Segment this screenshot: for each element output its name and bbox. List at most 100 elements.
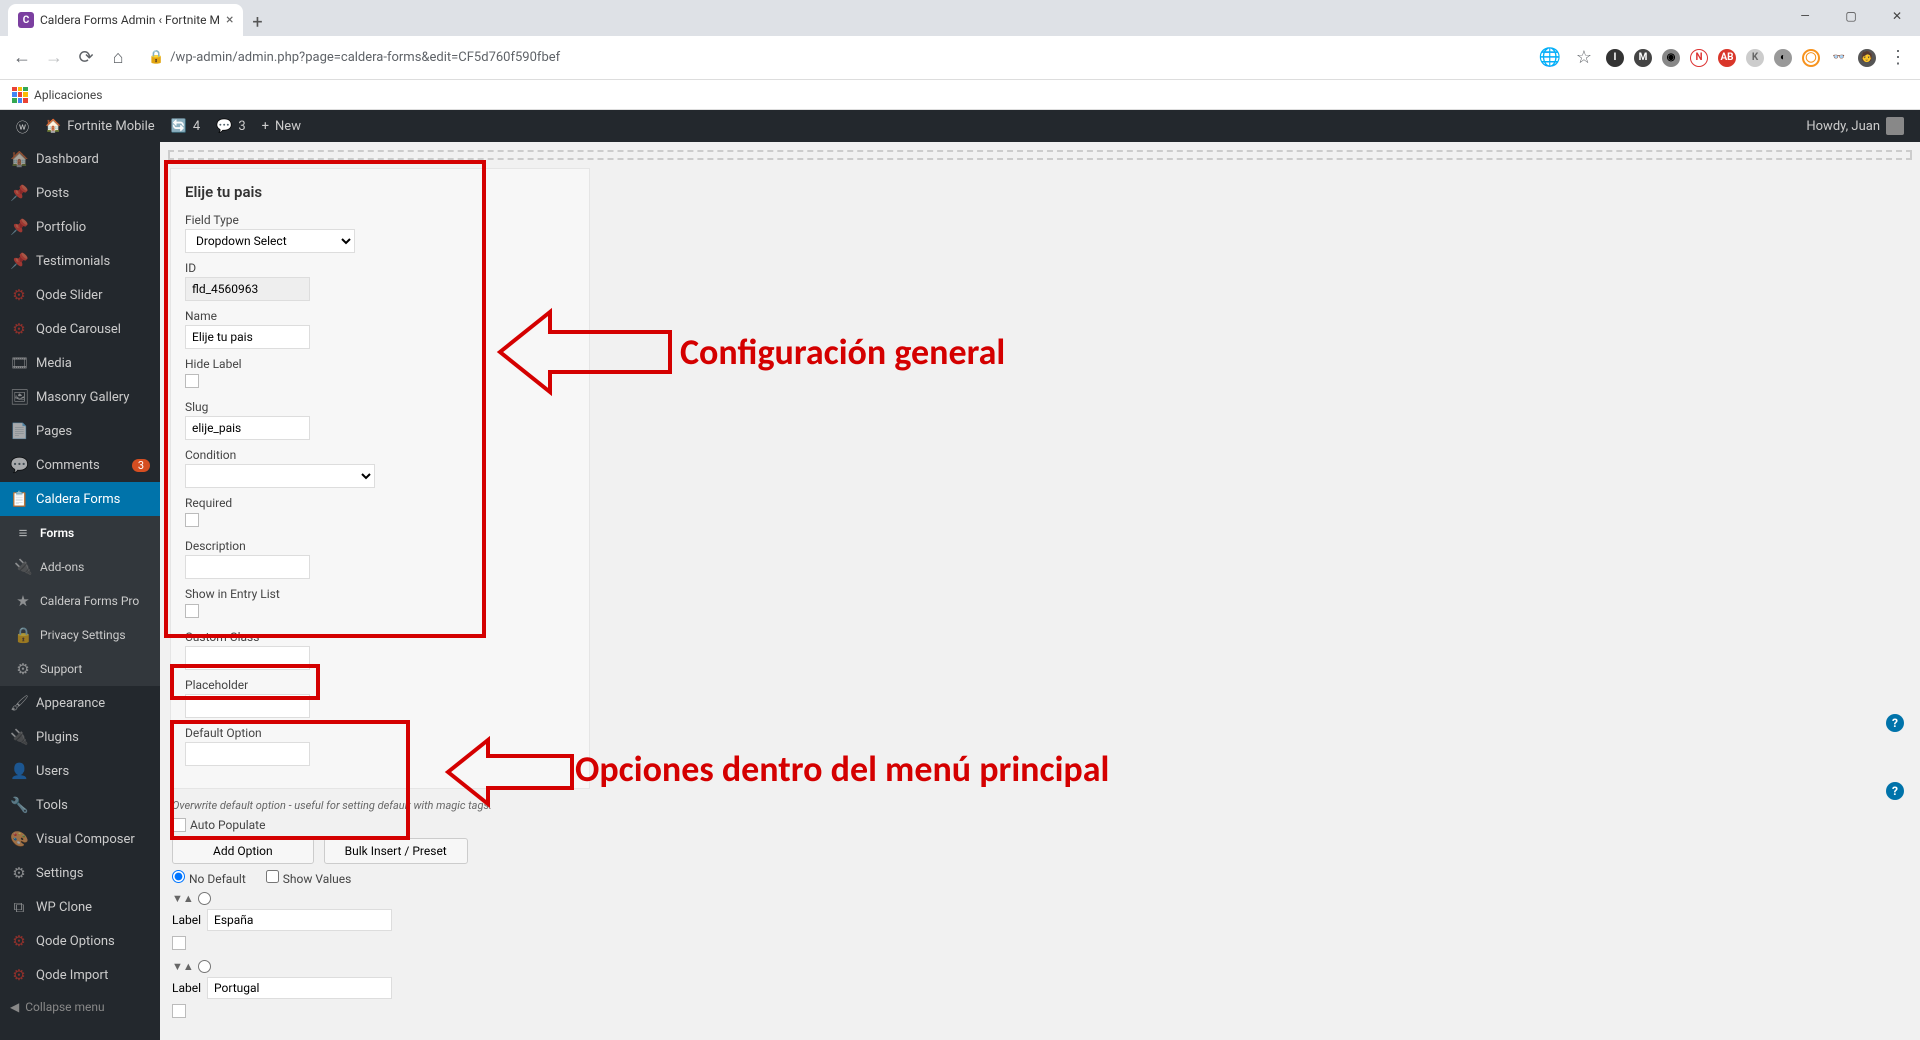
sidebar-item[interactable]: ⚙Qode Import bbox=[0, 958, 160, 992]
add-option-button[interactable]: Add Option bbox=[172, 838, 314, 864]
menu-label: Comments bbox=[36, 458, 100, 473]
slug-input[interactable] bbox=[185, 416, 310, 440]
show-values-checkbox[interactable]: Show Values bbox=[266, 870, 352, 886]
ext-icon[interactable]: ◯ bbox=[1802, 49, 1820, 67]
option-2-checkbox[interactable] bbox=[172, 1004, 186, 1018]
menu-label: Portfolio bbox=[36, 220, 86, 235]
show-entry-checkbox[interactable] bbox=[185, 604, 199, 618]
window-maximize[interactable]: ▢ bbox=[1828, 0, 1874, 32]
address-bar[interactable]: 🔒 /wp-admin/admin.php?page=caldera-forms… bbox=[138, 50, 1530, 65]
no-default-radio[interactable]: No Default bbox=[172, 870, 246, 886]
apps-icon[interactable] bbox=[12, 87, 28, 103]
ext-icon[interactable]: ◐ bbox=[1774, 49, 1792, 67]
sidebar-item[interactable]: ⚙Qode Options bbox=[0, 924, 160, 958]
description-input[interactable] bbox=[185, 555, 310, 579]
ext-icon[interactable]: 👓 bbox=[1830, 49, 1848, 67]
menu-icon: 🖌 bbox=[10, 694, 28, 712]
bulk-insert-button[interactable]: Bulk Insert / Preset bbox=[324, 838, 468, 864]
default-option-label: Default Option bbox=[185, 726, 575, 740]
menu-label: Plugins bbox=[36, 730, 79, 745]
translate-icon[interactable]: 🌐 bbox=[1538, 46, 1562, 70]
menu-icon: 📌 bbox=[10, 184, 28, 202]
sort-up-icon[interactable]: ▼▲ bbox=[172, 892, 194, 905]
sort-icon[interactable]: ▼▲ bbox=[172, 960, 194, 973]
sidebar-item[interactable]: 🎞Media bbox=[0, 346, 160, 380]
placeholder-input[interactable] bbox=[185, 694, 310, 718]
option-2-input[interactable] bbox=[207, 977, 392, 999]
ext-icon[interactable]: I bbox=[1606, 49, 1624, 67]
sidebar-item[interactable]: ⚙Qode Carousel bbox=[0, 312, 160, 346]
field-type-select[interactable]: Dropdown Select bbox=[185, 229, 355, 253]
ext-icon[interactable]: AB bbox=[1718, 49, 1736, 67]
submenu-item[interactable]: ★Caldera Forms Pro bbox=[0, 584, 160, 618]
site-link[interactable]: 🏠Fortnite Mobile bbox=[37, 110, 163, 142]
option-default-radio[interactable] bbox=[198, 960, 211, 973]
howdy-link[interactable]: Howdy, Juan bbox=[1798, 110, 1912, 142]
custom-class-input[interactable] bbox=[185, 646, 310, 670]
sidebar-item[interactable]: 👤Users bbox=[0, 754, 160, 788]
condition-select[interactable] bbox=[185, 464, 375, 488]
url-text: /wp-admin/admin.php?page=caldera-forms&e… bbox=[170, 50, 560, 65]
submenu-item[interactable]: 🔌Add-ons bbox=[0, 550, 160, 584]
sidebar-item[interactable]: 💬Comments3 bbox=[0, 448, 160, 482]
wp-logo[interactable]: ⓦ bbox=[8, 110, 37, 142]
updates-link[interactable]: 🔄4 bbox=[163, 110, 209, 142]
window-minimize[interactable]: — bbox=[1782, 0, 1828, 32]
submenu-item[interactable]: 🔒Privacy Settings bbox=[0, 618, 160, 652]
ext-icon[interactable]: N bbox=[1690, 49, 1708, 67]
sidebar-item[interactable]: 🖌Appearance bbox=[0, 686, 160, 720]
hide-label-checkbox[interactable] bbox=[185, 374, 199, 388]
sidebar-item[interactable]: 📄Pages bbox=[0, 414, 160, 448]
menu-label: Masonry Gallery bbox=[36, 390, 129, 405]
reload-button[interactable]: ⟳ bbox=[74, 46, 98, 70]
menu-label: Qode Carousel bbox=[36, 322, 121, 337]
sidebar-item[interactable]: 📌Posts bbox=[0, 176, 160, 210]
home-button[interactable]: ⌂ bbox=[106, 46, 130, 70]
placeholder-label: Placeholder bbox=[185, 678, 575, 692]
bookmark-star-icon[interactable]: ☆ bbox=[1572, 46, 1596, 70]
form-layout-grid[interactable] bbox=[168, 150, 1912, 160]
update-icon: 🔄 bbox=[171, 119, 187, 134]
ext-icon[interactable]: ◉ bbox=[1662, 49, 1680, 67]
tab-close-icon[interactable]: × bbox=[226, 12, 233, 28]
bookmarks-apps-label[interactable]: Aplicaciones bbox=[34, 88, 102, 102]
sidebar-item[interactable]: ⚙Qode Slider bbox=[0, 278, 160, 312]
auto-populate-checkbox[interactable] bbox=[172, 818, 186, 832]
menu-icon[interactable]: ⋮ bbox=[1886, 46, 1910, 70]
ext-icon[interactable]: M bbox=[1634, 49, 1652, 67]
back-button[interactable]: ← bbox=[10, 46, 34, 70]
sidebar-item[interactable]: 🏠Dashboard bbox=[0, 142, 160, 176]
menu-label: Tools bbox=[36, 798, 68, 813]
sidebar-item[interactable]: 📌Testimonials bbox=[0, 244, 160, 278]
new-link[interactable]: +New bbox=[254, 110, 309, 142]
description-label: Description bbox=[185, 539, 575, 553]
submenu-item[interactable]: ⚙Support bbox=[0, 652, 160, 686]
sidebar-item[interactable]: ⚙Settings bbox=[0, 856, 160, 890]
sidebar-item[interactable]: 📋Caldera Forms bbox=[0, 482, 160, 516]
help-icon[interactable]: ? bbox=[1886, 714, 1904, 732]
required-checkbox[interactable] bbox=[185, 513, 199, 527]
option-1-checkbox[interactable] bbox=[172, 936, 186, 950]
forward-button[interactable]: → bbox=[42, 46, 66, 70]
submenu-item[interactable]: ≡Forms bbox=[0, 516, 160, 550]
profile-avatar[interactable]: 🧑 bbox=[1858, 49, 1876, 67]
sidebar-item[interactable]: 📌Portfolio bbox=[0, 210, 160, 244]
collapse-menu[interactable]: ◀Collapse menu bbox=[0, 992, 160, 1022]
sidebar-item[interactable]: 🎨Visual Composer bbox=[0, 822, 160, 856]
default-option-input[interactable] bbox=[185, 742, 310, 766]
sidebar-item[interactable]: 🔌Plugins bbox=[0, 720, 160, 754]
sidebar-item[interactable]: ⧉WP Clone bbox=[0, 890, 160, 924]
sidebar-item[interactable]: 🖼Masonry Gallery bbox=[0, 380, 160, 414]
menu-label: Qode Slider bbox=[36, 288, 102, 303]
new-tab-button[interactable]: + bbox=[243, 8, 271, 36]
help-icon[interactable]: ? bbox=[1886, 782, 1904, 800]
option-default-radio[interactable] bbox=[198, 892, 211, 905]
browser-tab[interactable]: C Caldera Forms Admin ‹ Fortnite M × bbox=[8, 4, 243, 36]
ext-icon[interactable]: K bbox=[1746, 49, 1764, 67]
option-1-input[interactable] bbox=[207, 909, 392, 931]
sidebar-item[interactable]: 🔧Tools bbox=[0, 788, 160, 822]
menu-icon: 📌 bbox=[10, 252, 28, 270]
comments-link[interactable]: 💬3 bbox=[208, 110, 254, 142]
name-input[interactable] bbox=[185, 325, 310, 349]
window-close[interactable]: ✕ bbox=[1874, 0, 1920, 32]
